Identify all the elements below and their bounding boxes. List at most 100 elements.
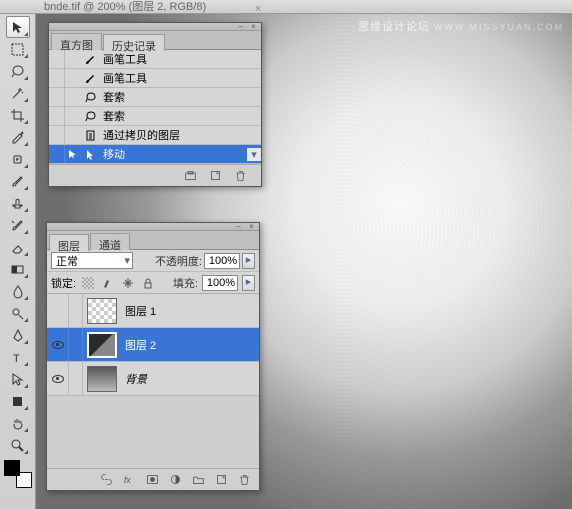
eye-icon xyxy=(52,341,64,349)
close-icon[interactable]: × xyxy=(255,2,264,11)
crop-tool[interactable] xyxy=(6,104,30,126)
history-item[interactable]: 通过拷贝的图层 xyxy=(49,126,261,145)
opacity-flyout-icon[interactable]: ▸ xyxy=(242,253,255,269)
mask-icon[interactable] xyxy=(146,473,159,486)
new-snapshot-icon[interactable] xyxy=(184,169,197,182)
lock-pixels-icon[interactable] xyxy=(100,275,116,291)
layers-panel: – × 图层 通道 正常▾ 不透明度: 100% ▸ 锁定: 填充: 100% … xyxy=(46,222,260,491)
layer-row[interactable]: 图层 2 xyxy=(47,328,259,362)
fill-label: 填充: xyxy=(173,275,198,291)
new-layer-icon[interactable] xyxy=(215,473,228,486)
svg-text:T: T xyxy=(13,353,20,365)
marquee-tool[interactable] xyxy=(6,38,30,60)
brush-tool[interactable] xyxy=(6,170,30,192)
move-icon xyxy=(81,148,99,161)
brush-icon xyxy=(81,72,99,85)
history-label: 套索 xyxy=(99,89,261,105)
panel-header[interactable]: – × xyxy=(47,223,259,231)
shape-tool[interactable] xyxy=(6,390,30,412)
gradient-tool[interactable] xyxy=(6,258,30,280)
history-item[interactable]: 套索 xyxy=(49,107,261,126)
trash-icon[interactable] xyxy=(234,169,247,182)
adjustment-icon[interactable] xyxy=(169,473,182,486)
fill-flyout-icon[interactable]: ▸ xyxy=(242,275,255,291)
tab-layers[interactable]: 图层 xyxy=(49,234,89,251)
wand-tool[interactable] xyxy=(6,82,30,104)
fx-icon[interactable]: fx xyxy=(123,473,136,486)
layer-name[interactable]: 图层 1 xyxy=(117,303,156,319)
scroll-down-icon[interactable]: ▾ xyxy=(247,148,261,161)
lasso-tool[interactable] xyxy=(6,60,30,82)
layers-tabs: 图层 通道 xyxy=(47,231,259,250)
move-tool[interactable] xyxy=(6,16,30,38)
history-checkbox[interactable] xyxy=(49,126,65,144)
history-item[interactable]: 移动▾ xyxy=(49,145,261,164)
lasso-icon xyxy=(81,110,99,123)
history-checkbox[interactable] xyxy=(49,50,65,68)
minimize-icon[interactable]: – xyxy=(235,24,246,30)
history-label: 画笔工具 xyxy=(99,70,261,86)
layer-thumbnail[interactable] xyxy=(87,332,117,358)
new-doc-icon[interactable] xyxy=(209,169,222,182)
history-list: 画笔工具画笔工具套索套索通过拷贝的图层移动▾ xyxy=(49,50,261,164)
tab-channels[interactable]: 通道 xyxy=(90,233,130,250)
history-brush-tool[interactable] xyxy=(6,214,30,236)
link-column[interactable] xyxy=(69,294,83,327)
history-label: 通过拷贝的图层 xyxy=(99,127,261,143)
layer-list-empty[interactable] xyxy=(47,396,259,468)
type-tool[interactable]: T xyxy=(6,346,30,368)
history-checkbox[interactable] xyxy=(49,107,65,125)
layer-name[interactable]: 图层 2 xyxy=(117,337,156,353)
close-icon[interactable]: × xyxy=(246,224,257,230)
tab-histogram[interactable]: 直方图 xyxy=(51,33,102,50)
lock-position-icon[interactable] xyxy=(120,275,136,291)
watermark: 思缘设计论坛WWW.MISSYUAN.COM xyxy=(358,18,564,34)
minimize-icon[interactable]: – xyxy=(233,224,244,230)
color-swatches[interactable] xyxy=(4,460,32,488)
panel-header[interactable]: – × xyxy=(49,23,261,31)
history-checkbox[interactable] xyxy=(49,69,65,87)
path-select-tool[interactable] xyxy=(6,368,30,390)
history-checkbox[interactable] xyxy=(49,145,65,163)
layer-thumbnail[interactable] xyxy=(87,298,117,324)
lock-all-icon[interactable] xyxy=(140,275,156,291)
trash-icon[interactable] xyxy=(238,473,251,486)
history-label: 移动 xyxy=(99,146,247,162)
blend-mode-select[interactable]: 正常▾ xyxy=(51,252,133,269)
dodge-tool[interactable] xyxy=(6,302,30,324)
healing-tool[interactable] xyxy=(6,148,30,170)
tab-history[interactable]: 历史记录 xyxy=(103,34,165,51)
document-titlebar: bnde.tif @ 200% (图层 2, RGB/8) × xyxy=(0,0,572,14)
history-item[interactable]: 画笔工具 xyxy=(49,69,261,88)
visibility-toggle[interactable] xyxy=(47,362,69,395)
zoom-tool[interactable] xyxy=(6,434,30,456)
layer-name[interactable]: 背景 xyxy=(117,371,147,387)
opacity-label: 不透明度: xyxy=(155,253,202,269)
hand-tool[interactable] xyxy=(6,412,30,434)
history-item[interactable]: 套索 xyxy=(49,88,261,107)
history-pointer xyxy=(65,149,81,159)
layer-row[interactable]: 背景 xyxy=(47,362,259,396)
lock-label: 锁定: xyxy=(51,275,76,291)
eyedropper-tool[interactable] xyxy=(6,126,30,148)
pen-tool[interactable] xyxy=(6,324,30,346)
lock-row: 锁定: 填充: 100% ▸ xyxy=(47,272,259,294)
link-column[interactable] xyxy=(69,328,83,361)
history-checkbox[interactable] xyxy=(49,88,65,106)
opacity-input[interactable]: 100% xyxy=(204,253,240,269)
eraser-tool[interactable] xyxy=(6,236,30,258)
layer-row[interactable]: 图层 1 xyxy=(47,294,259,328)
foreground-color[interactable] xyxy=(4,460,20,476)
fill-input[interactable]: 100% xyxy=(202,275,238,291)
visibility-toggle[interactable] xyxy=(47,294,69,327)
link-icon[interactable] xyxy=(100,473,113,486)
lock-transparency-icon[interactable] xyxy=(80,275,96,291)
link-column[interactable] xyxy=(69,362,83,395)
lasso-icon xyxy=(81,91,99,104)
blur-tool[interactable] xyxy=(6,280,30,302)
group-icon[interactable] xyxy=(192,473,205,486)
visibility-toggle[interactable] xyxy=(47,328,69,361)
close-icon[interactable]: × xyxy=(248,24,259,30)
layer-thumbnail[interactable] xyxy=(87,366,117,392)
stamp-tool[interactable] xyxy=(6,192,30,214)
